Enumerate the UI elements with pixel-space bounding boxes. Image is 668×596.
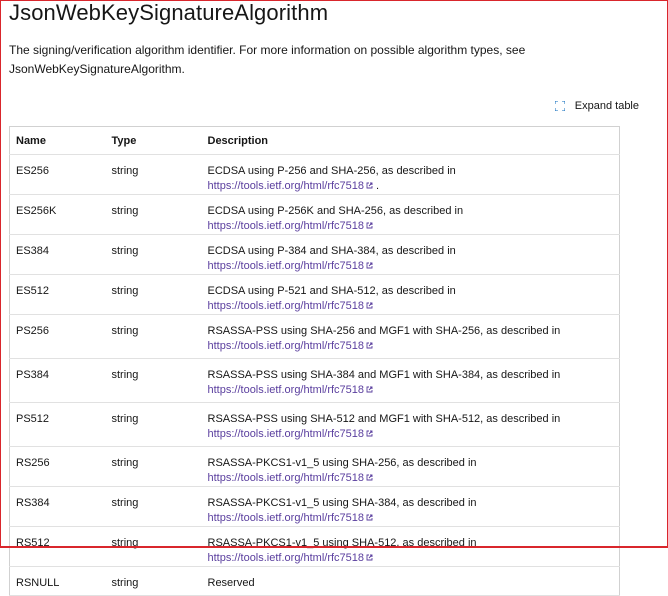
description-text: ECDSA using P-384 and SHA-384, as descri…: [207, 245, 456, 257]
rfc7518-link[interactable]: https://tools.ietf.org/html/rfc7518: [208, 180, 374, 192]
description-suffix: .: [376, 180, 380, 192]
cell-type: string: [105, 274, 202, 315]
external-link-icon: [366, 551, 373, 561]
cell-name: ES512: [9, 274, 106, 315]
cell-type: string: [105, 402, 202, 447]
cell-type: string: [105, 486, 202, 527]
table-row: ES512 string ECDSA using P-521 and SHA-512…: [9, 274, 620, 315]
header-description: Description: [201, 126, 620, 155]
description-text: ECDSA using P-521 and SHA-512, as descri…: [207, 285, 456, 297]
external-link-icon: [366, 427, 373, 437]
cell-name: ES384: [9, 234, 106, 275]
cell-type: string: [105, 358, 202, 403]
table-row: PS256 string RSASSA-PSS using SHA-256 and …: [9, 314, 620, 359]
external-link-icon: [366, 219, 373, 229]
link-text: https://tools.ietf.org/html/rfc7518: [207, 552, 365, 564]
cell-description: ECDSA using P-256 and SHA-256, as descri…: [201, 154, 620, 195]
cell-description: RSASSA-PKCS1-v1_5 using SHA-256, as desc…: [201, 446, 620, 487]
cell-type: string: [105, 314, 202, 359]
description-text: RSASSA-PSS using SHA-256 and MGF1 with S…: [207, 325, 561, 337]
table-row: ES256 string ECDSA using P-256 and SHA-256…: [9, 154, 620, 195]
page-description: The signing/verification algorithm ident…: [9, 43, 526, 76]
description-text: Reserved: [207, 577, 255, 589]
cell-name: RS384: [9, 486, 106, 527]
cell-description: Reserved: [201, 566, 620, 596]
rfc7518-link[interactable]: https://tools.ietf.org/html/rfc7518: [208, 340, 374, 352]
cell-description: RSASSA-PSS using SHA-384 and MGF1 with S…: [201, 358, 620, 403]
description-text: RSASSA-PSS using SHA-512 and MGF1 with S…: [207, 413, 561, 425]
expand-icon: [554, 101, 565, 111]
cell-description: ECDSA using P-384 and SHA-384, as descri…: [201, 234, 620, 275]
description-text: RSASSA-PKCS1-v1_5 using SHA-256, as desc…: [207, 457, 477, 469]
rfc7518-link[interactable]: https://tools.ietf.org/html/rfc7518: [208, 512, 374, 524]
cell-description: ECDSA using P-521 and SHA-512, as descri…: [201, 274, 620, 315]
external-link-icon: [366, 511, 373, 521]
external-link-icon: [366, 339, 373, 349]
link-text: https://tools.ietf.org/html/rfc7518: [207, 260, 365, 272]
link-text: https://tools.ietf.org/html/rfc7518: [207, 512, 365, 524]
header-name: Name: [9, 126, 106, 155]
description-text: RSASSA-PSS using SHA-384 and MGF1 with S…: [207, 369, 561, 381]
page-title: JsonWebKeySignatureAlgorithm: [9, 0, 329, 25]
link-text: https://tools.ietf.org/html/rfc7518: [207, 220, 365, 232]
table-row: ES256K string ECDSA using P-256K and SHA-2…: [9, 194, 620, 235]
cell-description: ECDSA using P-256K and SHA-256, as descr…: [201, 194, 620, 235]
cell-type: string: [105, 234, 202, 275]
cell-type: string: [105, 194, 202, 235]
cell-type: string: [105, 566, 202, 596]
table-row: RSNULL string Reserved: [9, 566, 620, 596]
table-row: PS384 string RSASSA-PSS using SHA-384 and …: [9, 358, 620, 403]
external-link-icon: [366, 299, 373, 309]
rfc7518-link[interactable]: https://tools.ietf.org/html/rfc7518: [208, 428, 374, 440]
link-text: https://tools.ietf.org/html/rfc7518: [207, 300, 365, 312]
cell-type: string: [105, 446, 202, 487]
header-type: Type: [105, 126, 202, 155]
cell-description: RSASSA-PSS using SHA-256 and MGF1 with S…: [201, 314, 620, 359]
link-text: https://tools.ietf.org/html/rfc7518: [207, 428, 365, 440]
cell-name: PS512: [9, 402, 106, 447]
link-text: https://tools.ietf.org/html/rfc7518: [207, 384, 365, 396]
table-body: ES256 string ECDSA using P-256 and SHA-256…: [9, 154, 620, 596]
cell-name: RS256: [9, 446, 106, 487]
table-row: PS512 string RSASSA-PSS using SHA-512 and …: [9, 402, 620, 447]
cell-name: PS384: [9, 358, 106, 403]
table-row: ES384 string ECDSA using P-384 and SHA-384…: [9, 234, 620, 275]
rfc7518-link[interactable]: https://tools.ietf.org/html/rfc7518: [208, 384, 374, 396]
rfc7518-link[interactable]: https://tools.ietf.org/html/rfc7518: [208, 552, 374, 564]
table-header-row: Name Type Description: [9, 126, 620, 155]
description-text: ECDSA using P-256 and SHA-256, as descri…: [207, 165, 456, 177]
cell-description: RSASSA-PSS using SHA-512 and MGF1 with S…: [201, 402, 620, 447]
description-text: ECDSA using P-256K and SHA-256, as descr…: [207, 205, 464, 217]
external-link-icon: [366, 471, 373, 481]
expand-table-label: Expand table: [574, 100, 639, 112]
cell-name: ES256K: [9, 194, 106, 235]
cell-description: RSASSA-PKCS1-v1_5 using SHA-384, as desc…: [201, 486, 620, 527]
cell-name: ES256: [9, 154, 106, 195]
rfc7518-link[interactable]: https://tools.ietf.org/html/rfc7518: [208, 300, 374, 312]
rfc7518-link[interactable]: https://tools.ietf.org/html/rfc7518: [208, 260, 374, 272]
algorithm-table: Name Type Description ES256 string ECDSA u…: [9, 126, 620, 596]
cell-name: RSNULL: [9, 566, 106, 596]
link-text: https://tools.ietf.org/html/rfc7518: [207, 180, 365, 192]
link-text: https://tools.ietf.org/html/rfc7518: [207, 472, 365, 484]
link-text: https://tools.ietf.org/html/rfc7518: [207, 340, 365, 352]
description-text: RSASSA-PKCS1-v1_5 using SHA-384, as desc…: [207, 497, 477, 509]
cell-type: string: [105, 154, 202, 195]
external-link-icon: [366, 383, 373, 393]
table-row: RS384 string RSASSA-PKCS1-v1_5 using SHA-3…: [9, 486, 620, 527]
rfc7518-link[interactable]: https://tools.ietf.org/html/rfc7518: [208, 472, 374, 484]
external-link-icon: [366, 259, 373, 269]
rfc7518-link[interactable]: https://tools.ietf.org/html/rfc7518: [208, 220, 374, 232]
expand-table-button[interactable]: Expand table: [554, 100, 639, 112]
table-row: RS256 string RSASSA-PKCS1-v1_5 using SHA-2…: [9, 446, 620, 487]
external-link-icon: [366, 179, 373, 189]
cell-name: PS256: [9, 314, 106, 359]
